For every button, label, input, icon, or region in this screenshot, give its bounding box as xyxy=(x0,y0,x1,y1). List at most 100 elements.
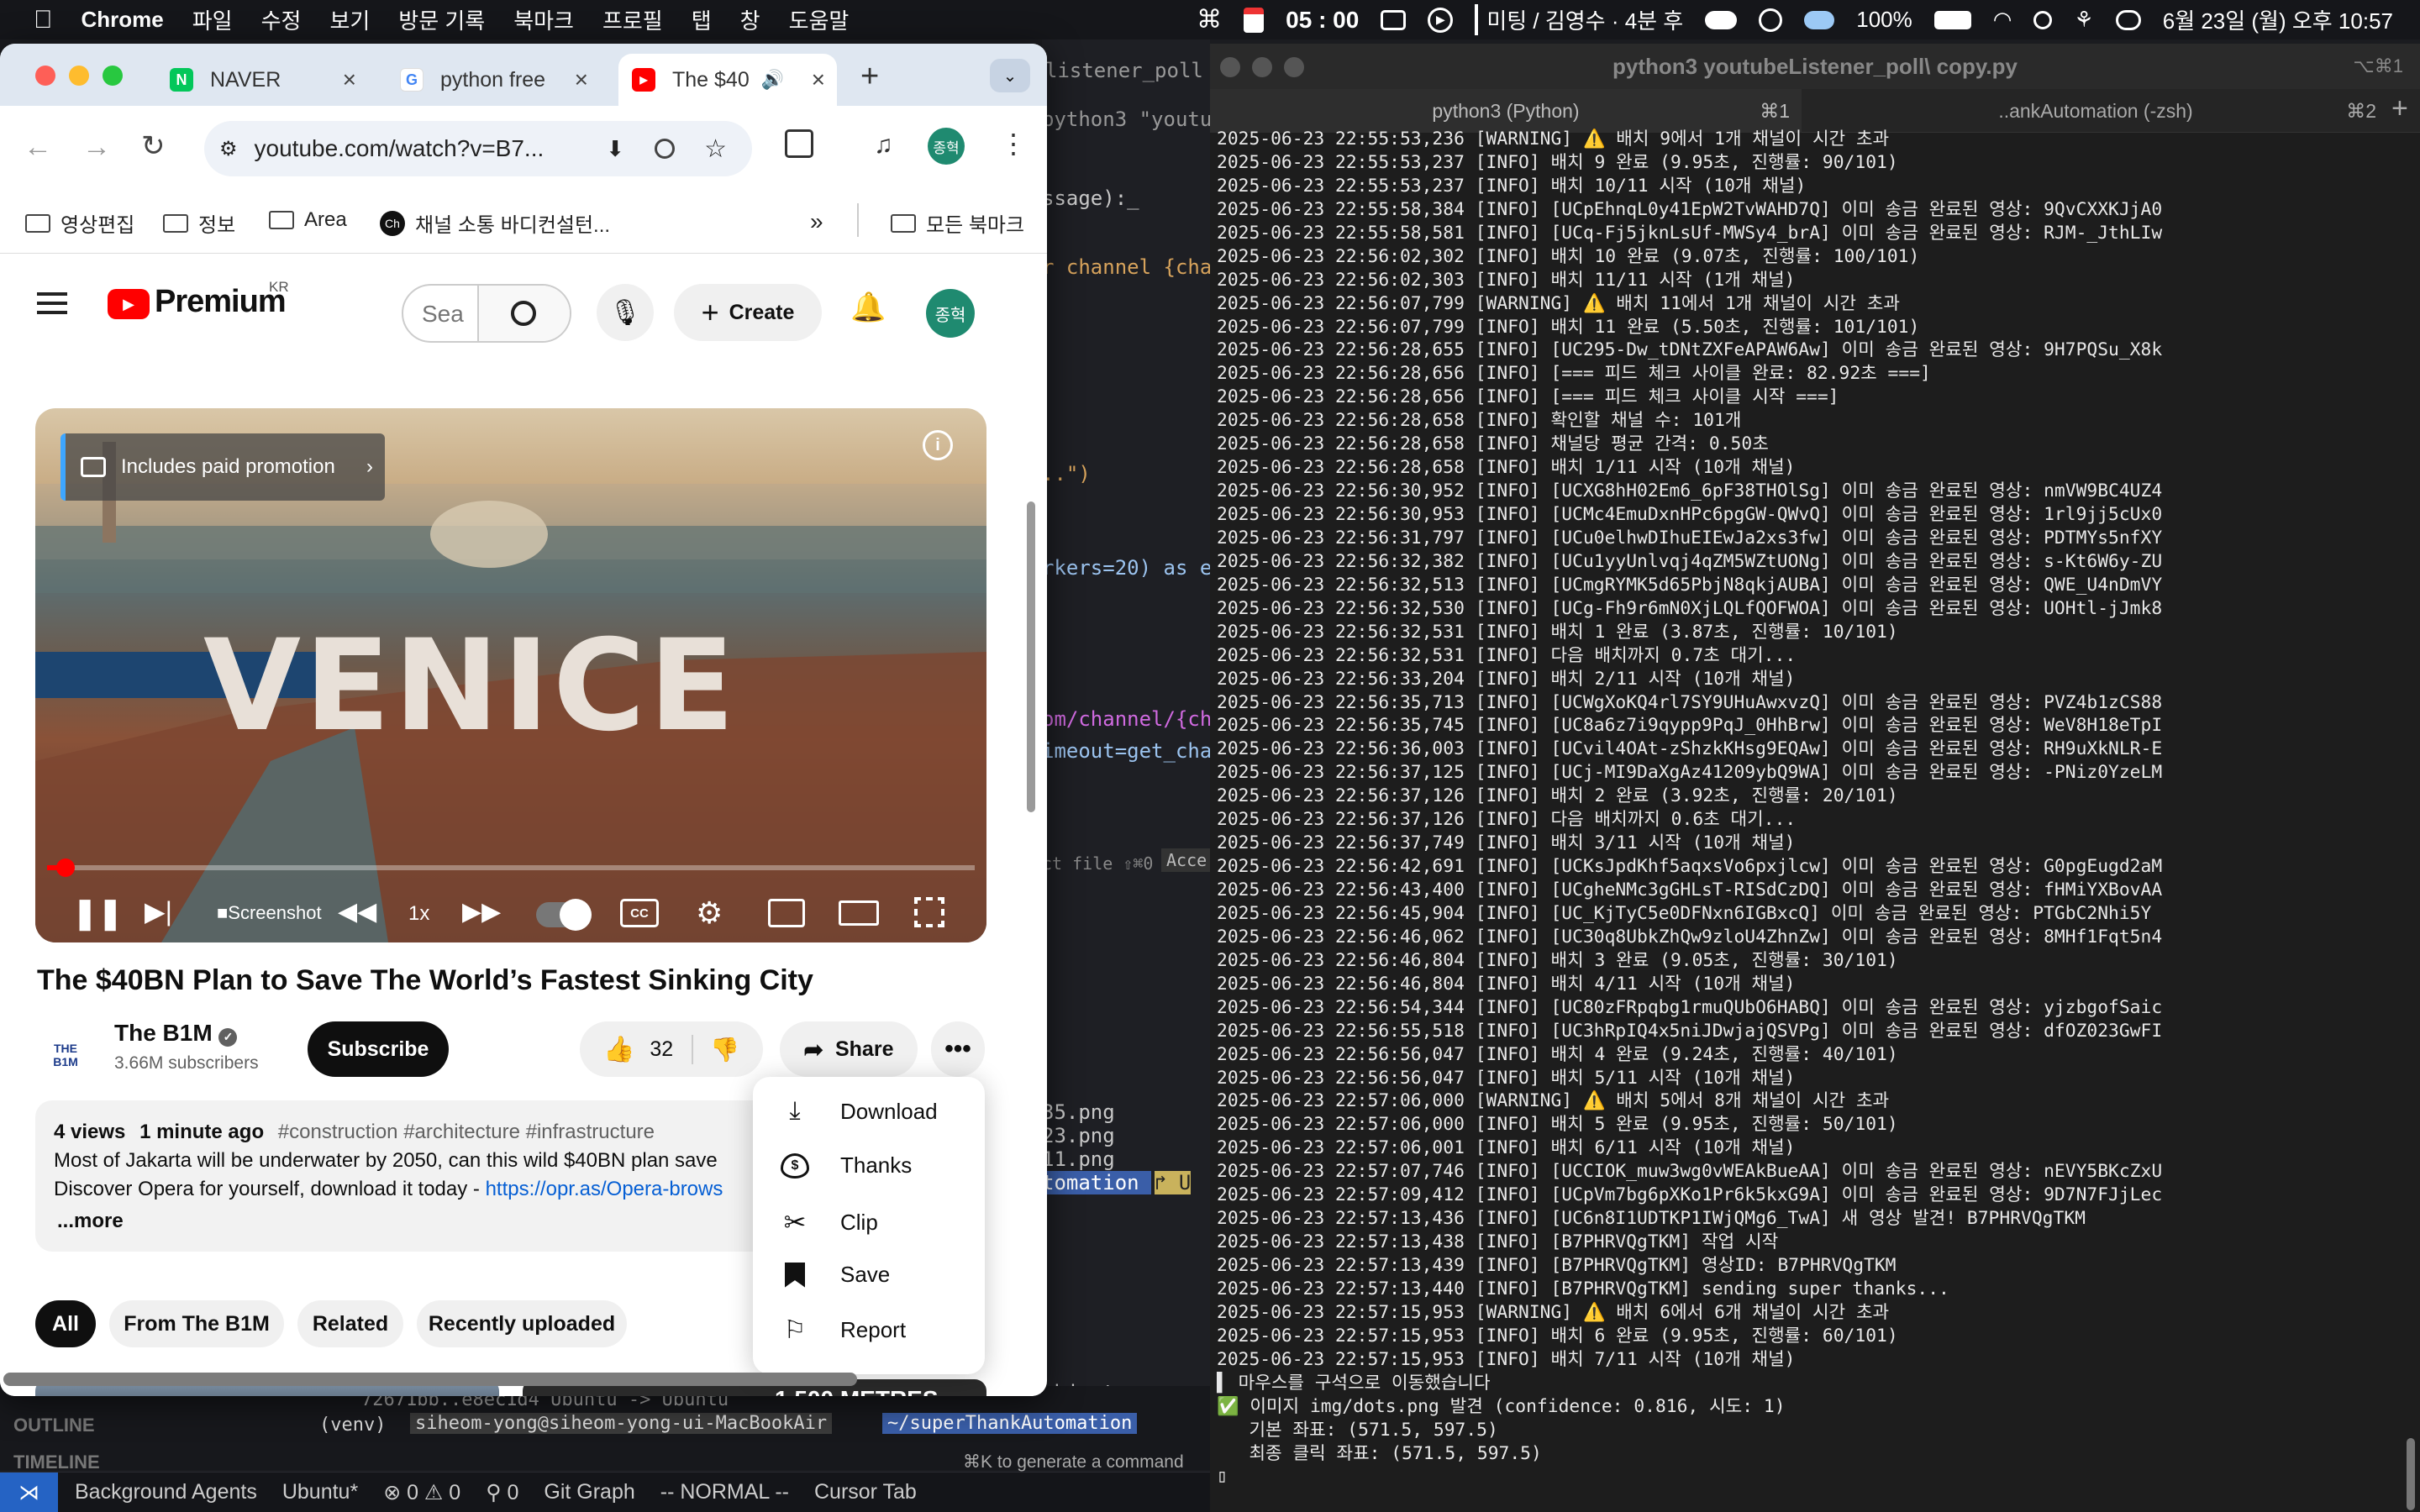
app-extra-icon[interactable]: ⚘ xyxy=(2074,7,2093,33)
voice-search-icon[interactable]: 🎙 xyxy=(597,284,654,341)
media-controls-icon[interactable]: ♫ xyxy=(874,131,893,160)
menubar-app-name[interactable]: Chrome xyxy=(82,7,164,33)
next-icon[interactable]: ▶| xyxy=(145,895,172,927)
minimize-window-button[interactable] xyxy=(1252,57,1272,77)
apple-logo-icon[interactable]:  xyxy=(34,6,53,34)
tab-google[interactable]: G python free × xyxy=(387,54,600,106)
search-button[interactable] xyxy=(477,286,570,341)
window-switch-icon[interactable] xyxy=(1381,9,1407,30)
menu-edit[interactable]: 수정 xyxy=(261,4,302,35)
bookmark-folder[interactable]: Area xyxy=(269,208,347,232)
zoom-window-button[interactable] xyxy=(103,66,123,86)
menu-profiles[interactable]: 프로필 xyxy=(602,4,663,35)
airdrop-icon[interactable] xyxy=(1759,8,1783,32)
site-info-icon[interactable]: ⚙ xyxy=(219,137,238,161)
battery-icon[interactable] xyxy=(1933,10,1971,29)
minimize-window-button[interactable] xyxy=(69,66,89,86)
tab-youtube[interactable]: ▶ The $40 🔊 × xyxy=(618,54,837,106)
close-tab-icon[interactable]: × xyxy=(343,66,356,93)
menu-item-thanks[interactable]: $ Thanks xyxy=(778,1152,912,1179)
ports-count[interactable]: ⚲ 0 xyxy=(486,1480,518,1505)
url-text[interactable]: youtube.com/watch?v=B7... xyxy=(255,135,544,162)
page-scrollbar[interactable] xyxy=(1027,501,1035,812)
git-branch[interactable]: Ubuntu* xyxy=(282,1480,358,1504)
all-bookmarks[interactable]: 모든 북마크 xyxy=(891,208,1024,238)
meeting-reminder[interactable]: 미팅 / 김영수 · 4분 후 xyxy=(1475,4,1683,35)
more-actions-button[interactable]: ••• xyxy=(931,1021,985,1077)
address-bar[interactable]: ⚙ youtube.com/watch?v=B7... ⬇ ☆ xyxy=(204,121,752,176)
calendar-time[interactable]: 05 : 00 xyxy=(1286,7,1359,34)
captions-icon[interactable]: CC xyxy=(620,899,659,927)
settings-gear-icon[interactable]: ⚙ xyxy=(696,895,723,931)
dislike-button[interactable]: 👎 xyxy=(693,1036,739,1063)
like-button[interactable]: 👍 32 xyxy=(603,1034,694,1064)
cloud-icon[interactable] xyxy=(1705,10,1738,29)
hashtags[interactable]: #construction #architecture #infrastruct… xyxy=(278,1121,655,1143)
zoom-window-button[interactable] xyxy=(1284,57,1304,77)
search-icon[interactable] xyxy=(2033,10,2053,29)
zoom-icon[interactable] xyxy=(655,139,675,159)
close-window-button[interactable] xyxy=(35,66,55,86)
menu-item-save[interactable]: Save xyxy=(778,1262,890,1288)
accept-button[interactable]: Acce xyxy=(1161,848,1213,872)
bookmark-folder[interactable]: 영상편집 xyxy=(25,208,134,238)
git-graph[interactable]: Git Graph xyxy=(544,1480,634,1504)
youtube-logo-icon[interactable]: ▶ xyxy=(108,289,150,319)
play-circle-icon[interactable]: ▶ xyxy=(1428,7,1454,33)
tab-naver[interactable]: N NAVER × xyxy=(156,54,368,106)
timeline-section[interactable]: TIMELINE xyxy=(13,1452,100,1473)
description-box[interactable]: 4 views 1 minute ago #construction #arch… xyxy=(35,1100,775,1252)
search-box[interactable] xyxy=(402,284,571,343)
extensions-icon[interactable] xyxy=(785,129,813,158)
terminal-scrollbar[interactable] xyxy=(2407,1438,2415,1510)
progress-scrubber[interactable] xyxy=(56,858,76,877)
menu-bookmarks[interactable]: 북마크 xyxy=(513,4,574,35)
opera-link[interactable]: https://opr.as/Opera-brows xyxy=(486,1178,723,1200)
horizontal-scrollbar[interactable] xyxy=(3,1373,857,1386)
more-bookmarks-icon[interactable]: » xyxy=(810,208,823,235)
new-terminal-tab-icon[interactable]: + xyxy=(2391,92,2408,125)
chip-recently-uploaded[interactable]: Recently uploaded xyxy=(417,1300,627,1347)
menu-item-clip[interactable]: ✂ Clip xyxy=(778,1206,878,1238)
menu-window[interactable]: 창 xyxy=(740,4,760,35)
forward-icon[interactable]: → xyxy=(82,131,111,164)
remote-icon[interactable]: ⋊ xyxy=(0,1472,58,1512)
menu-help[interactable]: 도움말 xyxy=(789,4,850,35)
chip-from-channel[interactable]: From The B1M xyxy=(109,1300,284,1347)
menu-history[interactable]: 방문 기록 xyxy=(398,4,485,35)
rewind-icon[interactable]: ◀◀ xyxy=(338,897,376,927)
bookmark-folder[interactable]: 정보 xyxy=(163,208,235,238)
terminal-tab-python[interactable]: python3 (Python) ⌘1 xyxy=(1210,89,1802,133)
pause-icon[interactable]: ❚❚ xyxy=(72,895,123,931)
close-tab-icon[interactable]: × xyxy=(812,66,825,93)
playback-speed[interactable]: 1x xyxy=(408,902,429,926)
subscribe-button[interactable]: Subscribe xyxy=(308,1021,449,1077)
progress-bar[interactable] xyxy=(47,858,975,877)
close-window-button[interactable] xyxy=(1220,57,1240,77)
menu-file[interactable]: 파일 xyxy=(192,4,233,35)
control-center-icon[interactable] xyxy=(2115,9,2141,30)
back-icon[interactable]: ← xyxy=(24,131,52,164)
terminal-tab-zsh[interactable]: ..ankAutomation (-zsh) ⌘2 xyxy=(1803,89,2388,133)
outline-section[interactable]: OUTLINE xyxy=(13,1415,95,1436)
account-avatar[interactable]: 종혁 xyxy=(926,289,975,338)
chip-related[interactable]: Related xyxy=(297,1300,403,1347)
weather-icon[interactable] xyxy=(1804,10,1835,29)
profile-avatar[interactable]: 종혁 xyxy=(928,128,965,165)
theater-mode-icon[interactable] xyxy=(839,900,879,926)
channel-logo[interactable]: THE B1M xyxy=(40,1030,91,1080)
youtube-premium-logo[interactable]: Premium xyxy=(155,284,287,320)
hamburger-menu-icon[interactable] xyxy=(37,292,67,314)
channel-name[interactable]: The B1M ✓ xyxy=(114,1020,238,1047)
wifi-icon[interactable]: ◠ xyxy=(1993,7,2012,33)
paid-promotion-badge[interactable]: Includes paid promotion › xyxy=(60,433,385,501)
bookmark-link[interactable]: Ch 채널 소통 바디컨설턴... xyxy=(380,208,610,238)
search-input[interactable] xyxy=(422,297,464,331)
new-tab-icon[interactable]: + xyxy=(860,59,879,95)
share-button[interactable]: ➦ Share xyxy=(780,1021,918,1077)
cursor-tab[interactable]: Cursor Tab xyxy=(814,1480,917,1504)
autoplay-toggle[interactable] xyxy=(536,899,592,931)
close-tab-icon[interactable]: × xyxy=(575,66,588,93)
battery-percent[interactable]: 100% xyxy=(1856,7,1912,33)
menubar-datetime[interactable]: 6월 23일 (월) 오후 10:57 xyxy=(2163,4,2393,35)
